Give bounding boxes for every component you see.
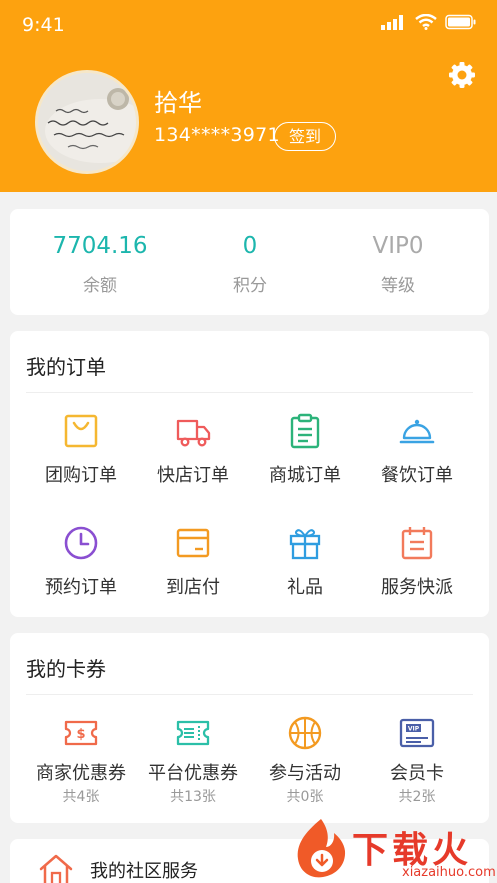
order-item-quick-shop[interactable]: 快店订单 [137, 413, 249, 493]
avatar[interactable] [35, 70, 139, 174]
level-label: 等级 [381, 276, 415, 296]
balance-stat[interactable]: 7704.16 余额 [20, 209, 180, 315]
calendar-icon [401, 527, 433, 560]
coupon-label: 参与活动 [269, 763, 341, 784]
gift-icon [289, 529, 321, 560]
checkin-button[interactable]: 签到 [274, 122, 336, 151]
coupons-title: 我的卡券 [26, 657, 106, 681]
status-bar: 9:41 [0, 0, 497, 50]
user-name: 拾华 [154, 89, 202, 117]
coupons-divider [26, 694, 473, 695]
coupon-count-suffix: 张 [309, 789, 324, 805]
coupon-count-number: 13 [184, 789, 202, 805]
coupon-count-prefix: 共 [398, 789, 413, 805]
my-coupons-card: 我的卡券 $ 商家优惠券 共4张 平台优惠券 共13张 参与活动 共0张 VIP… [10, 633, 489, 823]
account-stats-card: 7704.16 余额 0 积分 VIP0 等级 [10, 209, 489, 315]
coupon-count-prefix: 共 [170, 789, 185, 805]
order-item-appointment[interactable]: 预约订单 [25, 525, 137, 605]
order-item-mall[interactable]: 商城订单 [249, 413, 361, 493]
coupon-item-activities[interactable]: 参与活动 共0张 [249, 715, 361, 807]
svg-text:$: $ [76, 727, 85, 742]
coupon-count: 共0张 [249, 786, 361, 806]
order-label: 商城订单 [269, 465, 341, 486]
flame-logo-icon [297, 819, 346, 878]
house-icon [39, 854, 73, 883]
points-label: 积分 [233, 276, 267, 296]
coupon-item-platform[interactable]: 平台优惠券 共13张 [137, 715, 249, 807]
coupon-label: 会员卡 [390, 763, 444, 784]
user-phone: 134****3971 [154, 124, 280, 146]
coupon-count: 共2张 [361, 786, 473, 806]
order-label: 服务快派 [381, 577, 453, 598]
wifi-icon [415, 14, 437, 30]
points-value: 0 [242, 233, 258, 259]
basketball-icon [288, 716, 322, 750]
coupon-label: 平台优惠券 [148, 763, 238, 784]
coupon-count: 共13张 [137, 786, 249, 806]
card-icon [176, 528, 210, 558]
order-item-gift[interactable]: 礼品 [249, 525, 361, 605]
order-item-dining[interactable]: 餐饮订单 [361, 413, 473, 493]
order-label: 礼品 [287, 577, 323, 598]
order-label: 快店订单 [157, 465, 229, 486]
coupon-count-suffix: 张 [421, 789, 436, 805]
profile-header: 9:41 拾华 134****3971 签到 [0, 0, 497, 192]
orders-title: 我的订单 [26, 355, 106, 379]
shopping-bag-icon [64, 414, 98, 448]
battery-icon [445, 14, 476, 30]
balance-label: 余额 [83, 276, 117, 296]
level-value: VIP0 [372, 233, 424, 259]
order-item-pay-in-store[interactable]: 到店付 [137, 525, 249, 605]
orders-divider [26, 392, 473, 393]
avatar-image [38, 73, 136, 171]
status-time: 9:41 [22, 14, 65, 36]
merchant-coupon-icon: $ [64, 720, 98, 746]
signal-icon [381, 15, 403, 30]
order-item-group-buy[interactable]: 团购订单 [25, 413, 137, 493]
coupon-count-suffix: 张 [85, 789, 100, 805]
order-label: 预约订单 [45, 577, 117, 598]
order-item-service-dispatch[interactable]: 服务快派 [361, 525, 473, 605]
site-watermark: 下载火 xiazaihuo.com [290, 815, 497, 883]
coupon-item-merchant[interactable]: $ 商家优惠券 共4张 [25, 715, 137, 807]
coupon-count-prefix: 共 [286, 789, 301, 805]
vip-card-icon-text: VIP [408, 726, 420, 733]
truck-icon [176, 419, 211, 447]
vip-card-icon: VIP [399, 718, 435, 748]
order-label: 团购订单 [45, 465, 117, 486]
balance-value: 7704.16 [52, 233, 148, 259]
my-orders-card: 我的订单 团购订单 快店订单 商城订单 餐饮订单 预约订单 到店付 礼品 服务快… [10, 331, 489, 617]
community-services-label: 我的社区服务 [90, 861, 198, 882]
platform-coupon-icon [176, 720, 210, 746]
gear-icon[interactable] [447, 60, 477, 90]
watermark-url: xiazaihuo.com [402, 865, 496, 880]
coupon-item-membership-card[interactable]: VIP 会员卡 共2张 [361, 715, 473, 807]
coupon-count-suffix: 张 [201, 789, 216, 805]
points-stat[interactable]: 0 积分 [170, 209, 330, 315]
clock-icon [64, 526, 98, 560]
coupon-count: 共4张 [25, 786, 137, 806]
level-stat[interactable]: VIP0 等级 [318, 209, 478, 315]
clipboard-icon [290, 413, 320, 449]
coupon-label: 商家优惠券 [36, 763, 126, 784]
food-cloche-icon [399, 419, 435, 444]
status-icons [381, 12, 477, 32]
order-label: 到店付 [166, 577, 220, 598]
order-label: 餐饮订单 [381, 465, 453, 486]
coupon-count-prefix: 共 [62, 789, 77, 805]
